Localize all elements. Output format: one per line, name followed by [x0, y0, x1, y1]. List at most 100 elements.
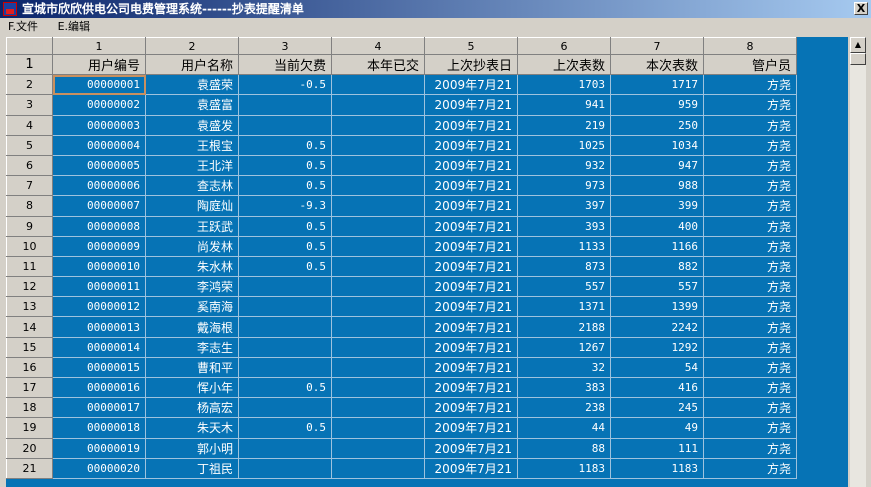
row-number[interactable]: 20: [6, 437, 53, 459]
grid-cell[interactable]: 941: [517, 94, 611, 116]
grid-cell[interactable]: 方尧: [703, 114, 797, 136]
row-number[interactable]: 21: [6, 457, 53, 479]
grid-cell[interactable]: 2009年7月21: [424, 74, 518, 96]
grid-cell[interactable]: 54: [610, 356, 704, 379]
grid-cell[interactable]: 2009年7月21: [424, 417, 518, 439]
grid-cell[interactable]: 00000007: [52, 195, 146, 217]
table-row[interactable]: 7 00000006 查志林 0.5 2009年7月21 973 988 方尧: [6, 175, 797, 197]
grid-cell[interactable]: 袁盛富: [145, 94, 239, 116]
grid-cell[interactable]: 1133: [517, 235, 611, 257]
grid-cell[interactable]: [238, 336, 332, 358]
column-number-header[interactable]: 2: [145, 37, 239, 55]
row-number[interactable]: 11: [6, 255, 53, 278]
grid-cell[interactable]: 00000020: [52, 457, 146, 479]
grid-cell[interactable]: 1399: [610, 296, 704, 318]
grid-cell[interactable]: 00000015: [52, 356, 146, 379]
grid-cell[interactable]: 00000017: [52, 397, 146, 419]
menu-edit[interactable]: E.编辑: [58, 20, 90, 33]
grid-cell[interactable]: 00000012: [52, 296, 146, 318]
grid-cell[interactable]: 2009年7月21: [424, 397, 518, 419]
grid-cell[interactable]: 219: [517, 114, 611, 136]
grid-cell[interactable]: 李鸿荣: [145, 276, 239, 298]
grid-cell[interactable]: 方尧: [703, 276, 797, 298]
row-number[interactable]: 14: [6, 316, 53, 338]
grid-cell[interactable]: [238, 94, 332, 116]
grid-cell[interactable]: 查志林: [145, 175, 239, 197]
grid-cell[interactable]: 959: [610, 94, 704, 116]
grid-cell[interactable]: 1371: [517, 296, 611, 318]
grid-cell[interactable]: 方尧: [703, 74, 797, 96]
table-row[interactable]: 17 00000016 恽小年 0.5 2009年7月21 383 416 方尧: [6, 376, 797, 399]
close-button[interactable]: X: [854, 2, 868, 15]
grid-cell[interactable]: [331, 255, 425, 278]
grid-cell[interactable]: 00000014: [52, 336, 146, 358]
grid-cell[interactable]: 2009年7月21: [424, 255, 518, 278]
grid-cell[interactable]: [331, 316, 425, 338]
grid-cell[interactable]: [331, 195, 425, 217]
grid-cell[interactable]: [331, 175, 425, 197]
grid-cell[interactable]: 戴海根: [145, 316, 239, 338]
grid-cell[interactable]: [331, 114, 425, 136]
grid-cell[interactable]: 方尧: [703, 457, 797, 479]
grid-cell[interactable]: 方尧: [703, 397, 797, 419]
grid-cell[interactable]: 988: [610, 175, 704, 197]
grid-cell[interactable]: 袁盛荣: [145, 74, 239, 96]
grid-cell[interactable]: 王根宝: [145, 134, 239, 156]
table-row[interactable]: 8 00000007 陶庭灿 -9.3 2009年7月21 397 399 方尧: [6, 195, 797, 217]
column-number-header[interactable]: 4: [331, 37, 425, 55]
grid-cell[interactable]: [238, 356, 332, 379]
grid-cell[interactable]: -9.3: [238, 195, 332, 217]
grid-cell[interactable]: 1703: [517, 74, 611, 96]
grid-cell[interactable]: 873: [517, 255, 611, 278]
grid-cell[interactable]: 238: [517, 397, 611, 419]
grid-cell[interactable]: [331, 74, 425, 96]
table-row[interactable]: 3 00000002 袁盛富 2009年7月21 941 959 方尧: [6, 94, 797, 116]
grid-cell[interactable]: 2009年7月21: [424, 457, 518, 479]
grid-cell[interactable]: 397: [517, 195, 611, 217]
grid-cell[interactable]: 1166: [610, 235, 704, 257]
grid-cell[interactable]: 44: [517, 417, 611, 439]
grid-cell[interactable]: 2188: [517, 316, 611, 338]
grid-cell[interactable]: 2009年7月21: [424, 134, 518, 156]
grid-cell[interactable]: 2009年7月21: [424, 336, 518, 358]
grid-cell[interactable]: 00000002: [52, 94, 146, 116]
grid-cell[interactable]: 2009年7月21: [424, 296, 518, 318]
grid-cell[interactable]: 尚发林: [145, 235, 239, 257]
table-row[interactable]: 10 00000009 尚发林 0.5 2009年7月21 1133 1166 方尧: [6, 235, 797, 257]
grid-cell[interactable]: 1034: [610, 134, 704, 156]
grid-cell[interactable]: 方尧: [703, 154, 797, 177]
grid-cell[interactable]: [238, 276, 332, 298]
grid-cell[interactable]: 0.5: [238, 215, 332, 237]
grid-cell[interactable]: 882: [610, 255, 704, 278]
scroll-up-arrow-icon[interactable]: ▲: [850, 37, 866, 53]
grid-cell[interactable]: 奚南海: [145, 296, 239, 318]
row-number[interactable]: 9: [6, 215, 53, 237]
grid-cell[interactable]: [331, 94, 425, 116]
grid-cell[interactable]: 2009年7月21: [424, 316, 518, 338]
grid-cell[interactable]: 朱水林: [145, 255, 239, 278]
grid-cell[interactable]: [331, 336, 425, 358]
grid-cell[interactable]: 2009年7月21: [424, 195, 518, 217]
grid-cell[interactable]: 杨高宏: [145, 397, 239, 419]
grid-cell[interactable]: 00000009: [52, 235, 146, 257]
table-row[interactable]: 14 00000013 戴海根 2009年7月21 2188 2242 方尧: [6, 316, 797, 338]
grid-cell[interactable]: 王北洋: [145, 154, 239, 177]
grid-cell[interactable]: 2242: [610, 316, 704, 338]
row-number[interactable]: 19: [6, 417, 53, 439]
table-row[interactable]: 6 00000005 王北洋 0.5 2009年7月21 932 947 方尧: [6, 154, 797, 177]
table-row[interactable]: 21 00000020 丁祖民 2009年7月21 1183 1183 方尧: [6, 457, 797, 479]
grid-cell[interactable]: 245: [610, 397, 704, 419]
corner-cell[interactable]: [6, 37, 53, 55]
column-number-header[interactable]: 3: [238, 37, 332, 55]
grid-cell[interactable]: 111: [610, 437, 704, 459]
table-row[interactable]: 13 00000012 奚南海 2009年7月21 1371 1399 方尧: [6, 296, 797, 318]
row-number[interactable]: 7: [6, 175, 53, 197]
grid-cell[interactable]: 400: [610, 215, 704, 237]
grid-cell[interactable]: 393: [517, 215, 611, 237]
row-number[interactable]: 17: [6, 376, 53, 399]
grid-cell[interactable]: 932: [517, 154, 611, 177]
grid-cell[interactable]: 2009年7月21: [424, 437, 518, 459]
grid-cell[interactable]: 方尧: [703, 356, 797, 379]
grid-cell[interactable]: [331, 437, 425, 459]
grid-cell[interactable]: 方尧: [703, 195, 797, 217]
